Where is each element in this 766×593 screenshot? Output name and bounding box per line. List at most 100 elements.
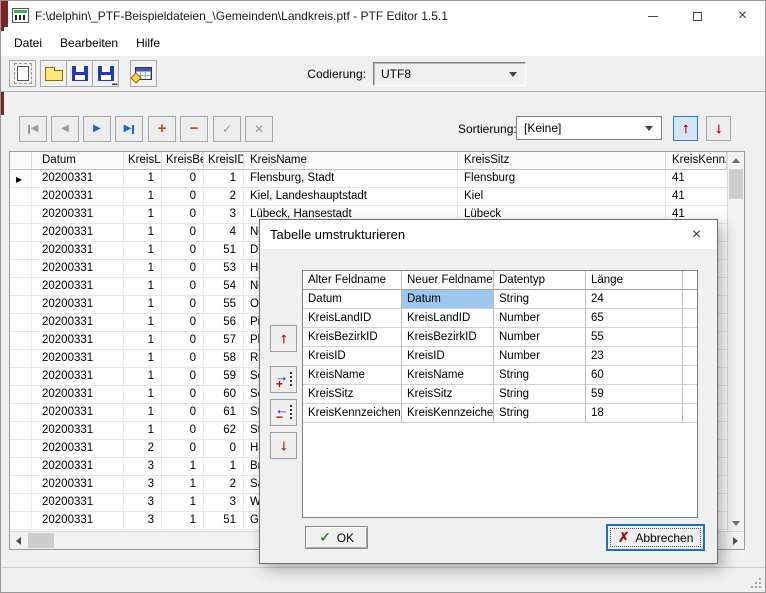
grid-cell[interactable]: 0: [162, 332, 204, 349]
grid-cell[interactable]: 1: [124, 368, 162, 385]
grid-cell[interactable]: 0: [162, 350, 204, 367]
table-row[interactable]: ▶20200331101Flensburg, StadtFlensburg41: [10, 170, 727, 188]
grid-cell[interactable]: 20200331: [32, 188, 124, 205]
grid-cell[interactable]: 20200331: [32, 494, 124, 511]
field-cell[interactable]: KreisLandID: [402, 309, 494, 328]
grid-cell[interactable]: 1: [124, 422, 162, 439]
close-button[interactable]: ×: [720, 1, 765, 31]
grid-cell[interactable]: 58: [204, 350, 244, 367]
grid-cell[interactable]: 1: [204, 458, 244, 475]
grid-cell[interactable]: 57: [204, 332, 244, 349]
field-cell[interactable]: String: [494, 385, 586, 404]
field-row[interactable]: KreisKennzeichenKreisKennzeichenString18: [303, 404, 697, 423]
grid-cell[interactable]: 1: [124, 260, 162, 277]
grid-cell[interactable]: 1: [124, 296, 162, 313]
grid-cell[interactable]: 4: [204, 224, 244, 241]
column-header-alter-feldname[interactable]: Alter Feldname: [303, 271, 402, 290]
grid-cell[interactable]: 0: [162, 296, 204, 313]
grid-cell[interactable]: 1: [162, 494, 204, 511]
grid-cell[interactable]: 2: [204, 476, 244, 493]
field-cell[interactable]: KreisID: [402, 347, 494, 366]
grid-cell[interactable]: 3: [124, 494, 162, 511]
menu-datei[interactable]: Datei: [5, 31, 51, 56]
open-file-button[interactable]: [40, 60, 67, 87]
grid-cell[interactable]: 51: [204, 512, 244, 529]
grid-cell[interactable]: 20200331: [32, 332, 124, 349]
grid-cell[interactable]: 1: [124, 350, 162, 367]
grid-cell[interactable]: 2: [204, 188, 244, 205]
grid-cell[interactable]: 0: [162, 422, 204, 439]
grid-cell[interactable]: 1: [124, 278, 162, 295]
column-header-datentyp[interactable]: Datentyp: [494, 271, 586, 290]
nav-cancel-button[interactable]: ✕: [245, 116, 273, 142]
column-header-neuer-feldname[interactable]: Neuer Feldname: [402, 271, 494, 290]
field-cell[interactable]: 60: [586, 366, 683, 385]
grid-cell[interactable]: 3: [204, 206, 244, 223]
grid-cell[interactable]: 60: [204, 386, 244, 403]
move-field-up-button[interactable]: ↑: [270, 325, 297, 352]
sort-descending-button[interactable]: ↓: [706, 116, 731, 141]
column-header-kreislandid[interactable]: KreisLandID: [124, 152, 162, 170]
grid-cell[interactable]: 0: [162, 260, 204, 277]
field-cell[interactable]: KreisID: [303, 347, 402, 366]
insert-field-button[interactable]: → +: [270, 366, 297, 393]
grid-cell[interactable]: 20200331: [32, 350, 124, 367]
grid-cell[interactable]: 20200331: [32, 260, 124, 277]
field-cell[interactable]: KreisBezirkID: [303, 328, 402, 347]
maximize-button[interactable]: [675, 1, 720, 31]
grid-cell[interactable]: 1: [124, 242, 162, 259]
grid-cell[interactable]: 20200331: [32, 404, 124, 421]
field-cell[interactable]: KreisKennzeichen: [402, 404, 494, 423]
grid-cell[interactable]: Kiel: [458, 188, 666, 205]
menu-bearbeiten[interactable]: Bearbeiten: [51, 31, 127, 56]
grid-cell[interactable]: 1: [162, 476, 204, 493]
grid-cell[interactable]: 20200331: [32, 458, 124, 475]
dialog-titlebar[interactable]: Tabelle umstrukturieren ×: [260, 220, 717, 249]
grid-cell[interactable]: 20200331: [32, 224, 124, 241]
grid-cell[interactable]: 0: [162, 386, 204, 403]
grid-cell[interactable]: 1: [204, 170, 244, 187]
scroll-right-button[interactable]: [727, 532, 744, 549]
field-cell[interactable]: KreisName: [402, 366, 494, 385]
scroll-left-button[interactable]: [10, 532, 27, 549]
grid-cell[interactable]: 20200331: [32, 242, 124, 259]
field-row[interactable]: KreisSitzKreisSitzString59: [303, 385, 697, 404]
column-header-kreissitz[interactable]: KreisSitz: [458, 152, 666, 170]
grid-cell[interactable]: 1: [124, 386, 162, 403]
grid-cell[interactable]: 59: [204, 368, 244, 385]
resize-grip[interactable]: [759, 586, 761, 588]
grid-cell[interactable]: 0: [162, 242, 204, 259]
grid-cell[interactable]: 20200331: [32, 368, 124, 385]
grid-cell[interactable]: 56: [204, 314, 244, 331]
field-row[interactable]: KreisLandIDKreisLandIDNumber65: [303, 309, 697, 328]
field-cell[interactable]: KreisBezirkID: [402, 328, 494, 347]
grid-cell[interactable]: 0: [162, 314, 204, 331]
grid-cell[interactable]: Flensburg, Stadt: [244, 170, 458, 187]
grid-cell[interactable]: 3: [124, 512, 162, 529]
field-cell[interactable]: 55: [586, 328, 683, 347]
menu-hilfe[interactable]: Hilfe: [127, 31, 169, 56]
grid-cell[interactable]: 20200331: [32, 314, 124, 331]
restructure-table-button[interactable]: [130, 60, 157, 87]
grid-cell[interactable]: 20200331: [32, 278, 124, 295]
nav-first-button[interactable]: ◀: [19, 116, 47, 142]
remove-field-button[interactable]: ← −: [270, 399, 297, 426]
grid-cell[interactable]: 3: [124, 458, 162, 475]
field-cell[interactable]: 24: [586, 290, 683, 309]
grid-cell[interactable]: 0: [162, 278, 204, 295]
sort-ascending-button[interactable]: ↑: [673, 116, 698, 141]
column-header-kreisname[interactable]: KreisName: [244, 152, 458, 170]
field-cell[interactable]: Number: [494, 309, 586, 328]
move-field-down-button[interactable]: ↓: [270, 432, 297, 459]
grid-cell[interactable]: Flensburg: [458, 170, 666, 187]
grid-cell[interactable]: 62: [204, 422, 244, 439]
scroll-up-button[interactable]: [728, 152, 744, 168]
field-row[interactable]: KreisIDKreisIDNumber23: [303, 347, 697, 366]
grid-cell[interactable]: 0: [162, 440, 204, 457]
nav-next-button[interactable]: ▶: [83, 116, 111, 142]
grid-cell[interactable]: 0: [162, 404, 204, 421]
nav-delete-button[interactable]: −: [180, 116, 208, 142]
field-row[interactable]: KreisNameKreisNameString60: [303, 366, 697, 385]
grid-cell[interactable]: 54: [204, 278, 244, 295]
field-cell[interactable]: KreisKennzeichen: [303, 404, 402, 423]
